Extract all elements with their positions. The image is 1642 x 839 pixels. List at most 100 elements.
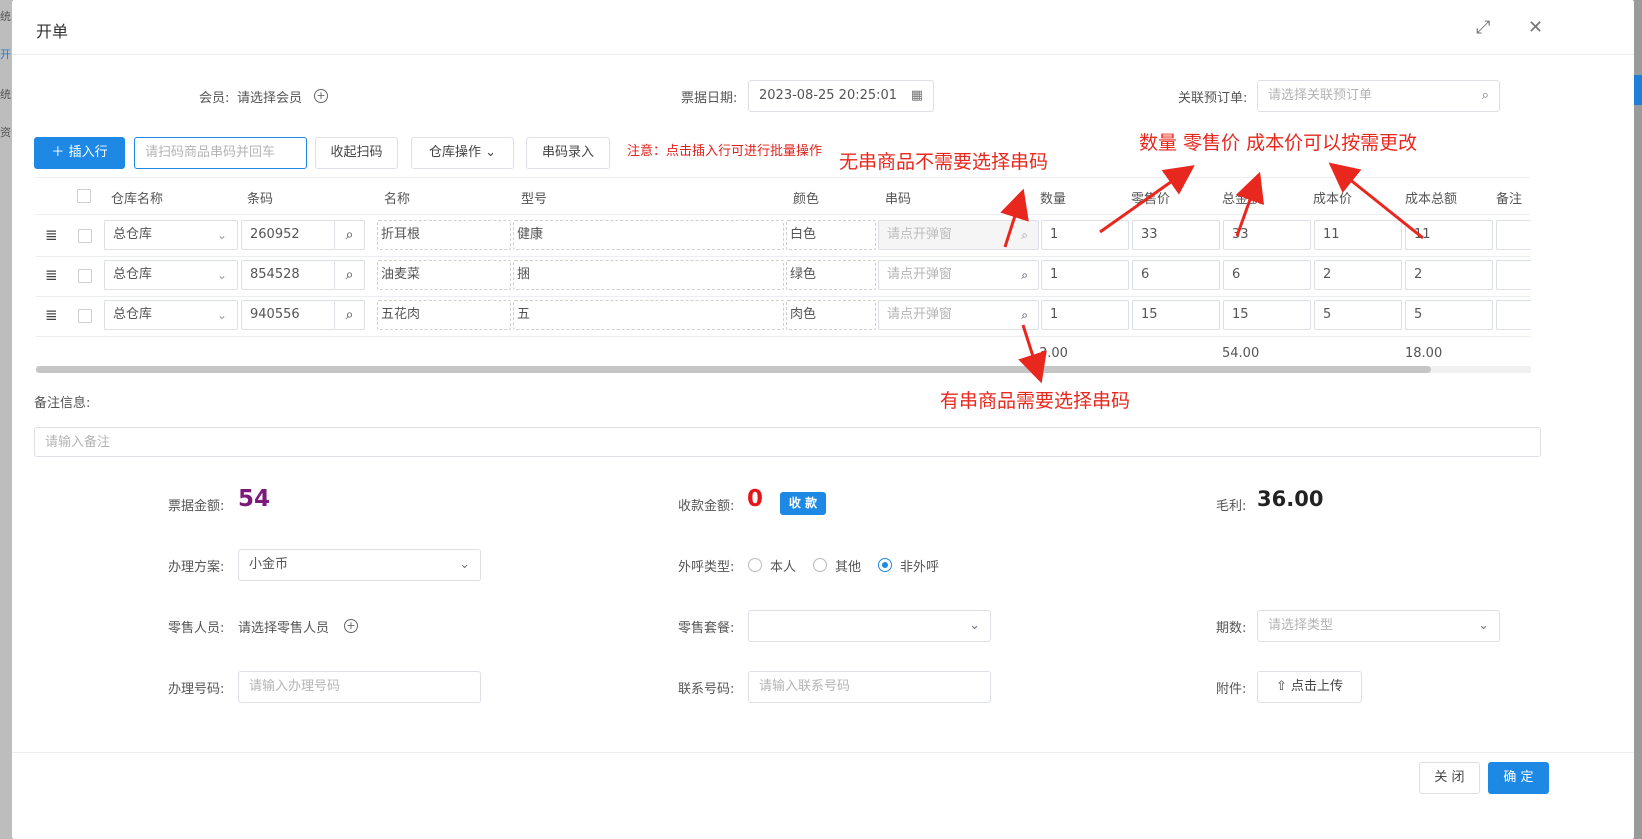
search-icon: ⌕ [1021, 308, 1028, 322]
row-checkbox[interactable] [78, 269, 92, 283]
select-all-checkbox[interactable] [77, 189, 91, 203]
backdrop-text: 开 [0, 48, 11, 61]
chevron-down-icon: ⌄ [216, 228, 227, 242]
th-model: 型号 [521, 192, 548, 207]
plan-select[interactable]: 小金币 ⌄ [238, 549, 481, 581]
radio-other[interactable] [813, 558, 827, 572]
remark-input[interactable] [1496, 260, 1531, 290]
date-field[interactable]: 2023-08-25 20:25:01 ▦ [748, 80, 934, 112]
insert-row-button[interactable]: ＋ 插入行 [34, 137, 125, 169]
barcode-search-icon[interactable]: ⌕ [335, 220, 365, 250]
row-checkbox[interactable] [78, 229, 92, 243]
total-input[interactable]: 6 [1223, 260, 1311, 290]
cost-price-input[interactable]: 2 [1314, 260, 1402, 290]
annotation-no-serial: 无串商品不需要选择串码 [839, 151, 1049, 173]
th-barcode: 条码 [247, 192, 274, 207]
row-checkbox[interactable] [78, 309, 92, 323]
collapse-scan-button[interactable]: 收起扫码 [315, 137, 398, 169]
warehouse-select[interactable]: 总仓库 ⌄ [104, 260, 238, 290]
model-cell: 捆 [513, 260, 784, 290]
barcode-search-icon[interactable]: ⌕ [335, 300, 365, 330]
scrollbar-thumb[interactable] [36, 366, 1431, 373]
backdrop-text: 统 [0, 10, 11, 23]
upload-icon: ⇧ [1275, 679, 1291, 694]
cost-total-input[interactable]: 5 [1405, 300, 1493, 330]
chevron-down-icon: ⌄ [969, 618, 980, 633]
sales-person-select[interactable]: 请选择零售人员 [238, 617, 329, 636]
member-select[interactable]: 请选择会员 [237, 87, 302, 106]
received-amount-value: 0 [747, 486, 764, 512]
backdrop-text: 统 [0, 88, 11, 101]
cost-price-input[interactable]: 11 [1314, 220, 1402, 250]
scan-input[interactable]: 请扫码商品串码并回车 [134, 137, 307, 169]
th-cost: 成本价 [1313, 192, 1353, 207]
barcode-input[interactable]: 260952 [241, 220, 335, 250]
contact-input[interactable]: 请输入联系号码 [748, 671, 991, 703]
th-qty: 数量 [1040, 192, 1067, 207]
qty-input[interactable]: 1 [1041, 260, 1129, 290]
warehouse-select[interactable]: 总仓库 ⌄ [104, 220, 238, 250]
close-button[interactable]: 关 闭 [1419, 762, 1480, 794]
remark-textarea[interactable]: 请输入备注 [34, 427, 1541, 457]
remark-input[interactable] [1496, 300, 1531, 330]
radio-self[interactable] [748, 558, 762, 572]
retail-price-input[interactable]: 6 [1132, 260, 1220, 290]
th-remark: 备注 [1496, 192, 1523, 207]
close-icon[interactable]: ✕ [1528, 18, 1543, 38]
bill-amount-value: 54 [238, 486, 271, 512]
barcode-input[interactable]: 854528 [241, 260, 335, 290]
qty-input[interactable]: 1 [1041, 300, 1129, 330]
profit-label: 毛利: [1216, 499, 1247, 514]
add-sales-person-icon[interactable]: + [344, 619, 358, 633]
handle-no-input[interactable]: 请输入办理号码 [238, 671, 481, 703]
collect-payment-button[interactable]: 收 款 [780, 492, 826, 515]
period-select[interactable]: 请选择类型 ⌄ [1257, 610, 1500, 642]
th-serial: 串码 [885, 192, 912, 207]
name-cell: 折耳根 [377, 220, 511, 250]
radio-non-call[interactable] [878, 558, 892, 572]
barcode-search-icon[interactable]: ⌕ [335, 260, 365, 290]
th-retail: 零售价 [1131, 192, 1171, 207]
bill-amount-label: 票据金额: [168, 499, 225, 514]
order-dialog: 开单 ⤢ ✕ 会员: 请选择会员 + 票据日期: 2023-08-25 20:2… [12, 0, 1634, 839]
contact-label: 联系号码: [678, 682, 735, 697]
date-label: 票据日期: [681, 91, 738, 106]
annotation-has-serial: 有串商品需要选择串码 [940, 390, 1131, 412]
attachment-label: 附件: [1216, 682, 1247, 697]
retail-price-input[interactable]: 15 [1132, 300, 1220, 330]
chevron-down-icon: ⌄ [216, 308, 227, 322]
expand-icon[interactable]: ⤢ [1476, 18, 1490, 38]
upload-button[interactable]: ⇧ 点击上传 [1257, 671, 1362, 703]
dialog-header: 开单 ⤢ ✕ [12, 0, 1634, 55]
add-member-icon[interactable]: + [314, 89, 328, 103]
retail-price-input[interactable]: 33 [1132, 220, 1220, 250]
total-input[interactable]: 33 [1223, 220, 1311, 250]
serial-input[interactable]: 请点开弹窗 ⌕ [878, 300, 1039, 330]
total-input[interactable]: 15 [1223, 300, 1311, 330]
confirm-button[interactable]: 确 定 [1488, 762, 1549, 794]
cost-price-input[interactable]: 5 [1314, 300, 1402, 330]
warehouse-ops-dropdown[interactable]: 仓库操作 ⌄ [411, 137, 514, 169]
drag-handle-icon[interactable]: ≣ [45, 308, 59, 323]
dialog-title: 开单 [36, 22, 69, 41]
sum-cost-total: 18.00 [1405, 346, 1443, 361]
model-cell: 五 [513, 300, 784, 330]
serial-input: 请点开弹窗 ⌕ [878, 220, 1039, 250]
chevron-down-icon: ⌄ [216, 268, 227, 282]
barcode-input[interactable]: 940556 [241, 300, 335, 330]
warehouse-select[interactable]: 总仓库 ⌄ [104, 300, 238, 330]
cost-total-input[interactable]: 11 [1405, 220, 1493, 250]
preorder-select[interactable]: 请选择关联预订单 ⌕ [1257, 80, 1500, 112]
cost-total-input[interactable]: 2 [1405, 260, 1493, 290]
drag-handle-icon[interactable]: ≣ [45, 228, 59, 243]
package-select[interactable]: ⌄ [748, 610, 991, 642]
name-cell: 油麦菜 [377, 260, 511, 290]
plus-icon: ＋ [51, 145, 69, 160]
drag-handle-icon[interactable]: ≣ [45, 268, 59, 283]
search-icon: ⌕ [1481, 88, 1489, 103]
serial-input[interactable]: 请点开弹窗 ⌕ [878, 260, 1039, 290]
remark-input[interactable] [1496, 220, 1531, 250]
chevron-down-icon: ⌄ [1478, 618, 1489, 633]
serial-entry-button[interactable]: 串码录入 [526, 137, 610, 169]
qty-input[interactable]: 1 [1041, 220, 1129, 250]
